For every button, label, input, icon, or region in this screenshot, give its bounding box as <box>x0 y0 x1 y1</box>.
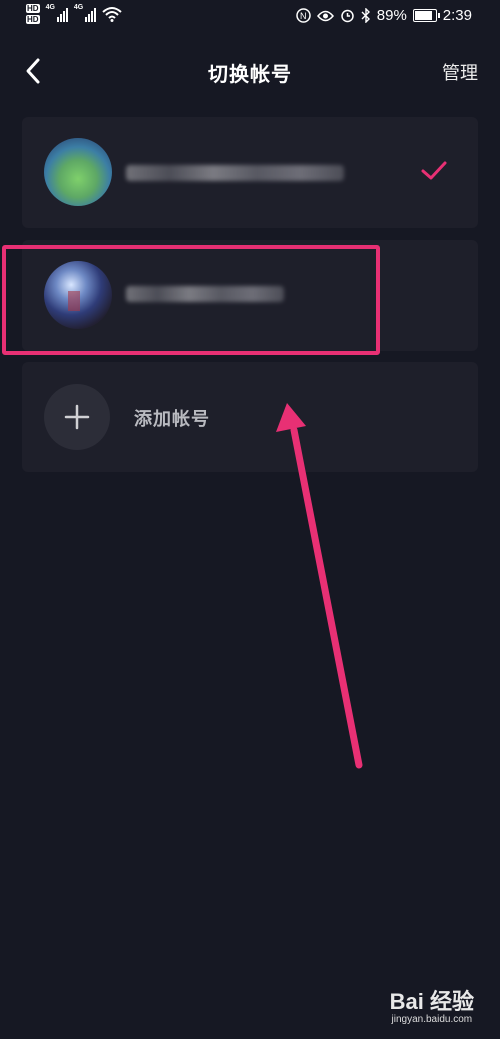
eye-icon <box>316 10 334 21</box>
watermark-url: jingyan.baidu.com <box>391 1014 473 1025</box>
battery-icon <box>412 9 440 22</box>
status-bar: HD HD 4G 4G N 89% 2:39 <box>0 0 500 34</box>
status-time: 2:39 <box>442 7 472 24</box>
account-name-blurred <box>126 165 344 181</box>
account-item[interactable] <box>22 117 478 228</box>
status-bar-right: N 89% 2:39 <box>296 7 472 24</box>
avatar <box>44 138 112 206</box>
plus-icon-circle <box>44 384 110 450</box>
alarm-icon <box>341 9 354 23</box>
battery-percent: 89% <box>376 7 407 24</box>
wifi-icon <box>102 7 122 22</box>
avatar <box>44 261 112 329</box>
watermark-logo: Bai 经验 <box>389 989 474 1014</box>
nfc-icon: N <box>296 8 311 23</box>
add-account-label: 添加帐号 <box>134 409 210 430</box>
baidu-jingyan-watermark: Bai 经验 jingyan.baidu.com <box>390 984 474 1025</box>
svg-text:N: N <box>300 11 307 21</box>
account-name-blurred <box>126 286 284 302</box>
top-bar: 切换帐号 管理 <box>0 44 500 100</box>
signal-icon-2: 4G <box>74 4 97 22</box>
page-title: 切换帐号 <box>208 62 292 86</box>
add-account-button[interactable]: 添加帐号 <box>22 362 478 472</box>
signal-icon: 4G <box>46 4 68 22</box>
plus-icon <box>64 404 90 430</box>
manage-button[interactable]: 管理 <box>442 59 478 85</box>
account-item[interactable] <box>22 240 478 351</box>
check-icon <box>421 161 447 180</box>
bluetooth-icon <box>361 8 370 23</box>
hd-indicator: HD HD <box>26 4 40 24</box>
status-bar-left: HD HD 4G 4G <box>26 4 122 26</box>
